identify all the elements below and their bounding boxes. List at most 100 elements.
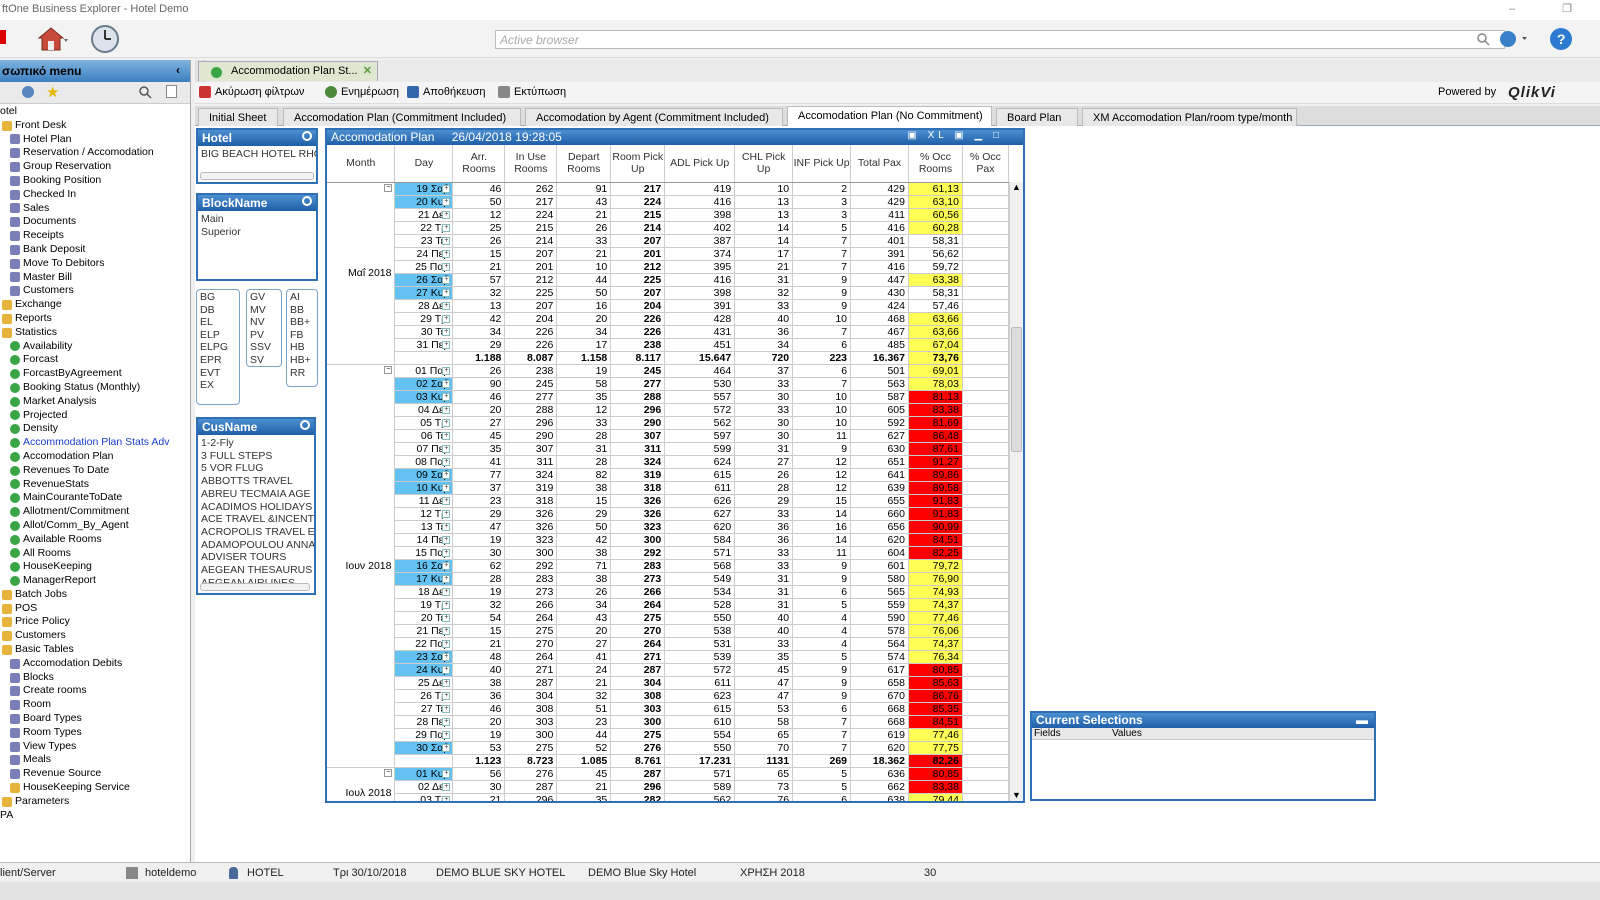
day-cell[interactable]: 16 Σαβ + (394, 559, 454, 573)
expand-icon[interactable]: + (442, 678, 451, 687)
collapse-icon[interactable]: − (384, 183, 393, 192)
day-cell[interactable]: 08 Παρ + (394, 455, 454, 469)
expand-icon[interactable]: + (442, 262, 451, 271)
day-cell[interactable]: 30 Τετ + (394, 325, 454, 339)
day-cell[interactable]: 25 Δευ + (394, 676, 454, 690)
sidebar-item[interactable]: Bank Deposit (0, 243, 190, 257)
expand-icon[interactable]: + (442, 639, 451, 648)
sidebar-item[interactable]: Room Types (0, 726, 190, 740)
mini-list-item[interactable]: EL (200, 316, 236, 329)
hotel-listbox[interactable]: Hotel BIG BEACH HOTEL RHOD (196, 128, 318, 184)
view-type-list[interactable]: GV MV NV PV SSV SV (246, 289, 282, 367)
sidebar-item[interactable]: HouseKeeping (0, 560, 190, 574)
sidebar-item[interactable]: Availability (0, 340, 190, 354)
sidebar-item[interactable]: ForcastByAgreement (0, 367, 190, 381)
day-cell[interactable] (394, 350, 454, 365)
sidebar-item[interactable]: RevenueStats (0, 478, 190, 492)
blockname-item[interactable]: Superior (201, 226, 313, 239)
sidebar-item[interactable]: Allot/Comm_By_Agent (0, 519, 190, 533)
day-cell[interactable]: 20 Κυρ + (394, 195, 454, 209)
cusname-item[interactable]: ABREU TECMAIA AGE (201, 488, 311, 501)
day-cell[interactable]: 03 Κυρ + (394, 390, 454, 404)
day-cell[interactable]: 21 Πεμ + (394, 624, 454, 638)
expand-icon[interactable]: + (442, 457, 451, 466)
expand-icon[interactable]: + (442, 600, 451, 609)
collapse-icon[interactable]: − (384, 768, 393, 777)
day-cell[interactable]: 01 Κυρ + (394, 767, 454, 781)
table-vscrollbar[interactable]: ▲ ▼ (1009, 182, 1023, 801)
scroll-down-icon[interactable]: ▼ (1011, 790, 1022, 801)
day-cell[interactable]: 02 Δευ + (394, 780, 454, 794)
expand-icon[interactable]: + (442, 691, 451, 700)
hotel-hscrollbar[interactable] (200, 172, 314, 180)
mini-list-item[interactable]: SV (250, 354, 278, 367)
sidebar-item[interactable]: Booking Position (0, 174, 190, 188)
day-cell[interactable]: 24 Κυρ + (394, 663, 454, 677)
sidebar-item[interactable]: Group Reservation (0, 160, 190, 174)
expand-icon[interactable]: + (442, 210, 451, 219)
day-cell[interactable]: 05 Τρι + (394, 416, 454, 430)
expand-icon[interactable]: + (442, 704, 451, 713)
cusname-item[interactable]: ACROPOLIS TRAVEL E (201, 526, 314, 539)
expand-icon[interactable]: + (442, 470, 451, 479)
expand-icon[interactable]: + (442, 184, 451, 193)
expand-icon[interactable]: + (442, 223, 451, 232)
expand-icon[interactable]: + (442, 587, 451, 596)
sidebar-item[interactable]: ManagerReport (0, 574, 190, 588)
refresh-button[interactable]: Ενημέρωση (325, 86, 399, 98)
mini-list-item[interactable]: RR (290, 367, 314, 380)
column-header[interactable]: ADL Pick Up (664, 145, 736, 183)
sidebar-item[interactable]: Sales (0, 202, 190, 216)
column-header[interactable]: Total Pax (850, 145, 909, 183)
sidebar-item[interactable]: otel (0, 105, 190, 119)
mini-list-item[interactable]: BG (200, 291, 236, 304)
expand-icon[interactable]: + (442, 275, 451, 284)
day-cell[interactable]: 23 Σαβ + (394, 650, 454, 664)
sidebar-item[interactable]: Statistics (0, 326, 190, 340)
expand-icon[interactable]: + (442, 574, 451, 583)
globe-icon[interactable] (1496, 24, 1530, 54)
day-cell[interactable]: 23 Τετ + (394, 234, 454, 248)
print-button[interactable]: Εκτύπωση (498, 86, 566, 98)
expand-icon[interactable]: + (442, 301, 451, 310)
day-cell[interactable]: 15 Παρ + (394, 546, 454, 560)
day-cell[interactable] (394, 753, 454, 768)
day-cell[interactable]: 30 Σαβ + (394, 741, 454, 755)
day-cell[interactable]: 22 Παρ + (394, 637, 454, 651)
collapse-icon[interactable]: − (384, 365, 393, 374)
active-browser-input[interactable]: Active browser (495, 30, 1505, 49)
sidebar-item[interactable]: View Types (0, 740, 190, 754)
cusname-listbox[interactable]: CusName 1-2-Fly 3 FULL STEPS 5 VOR FLUG ABB… (196, 417, 316, 595)
expand-icon[interactable]: + (442, 249, 451, 258)
cusname-item[interactable]: ACADIMOS HOLIDAYS (201, 501, 312, 514)
mini-list-item[interactable]: AI (290, 291, 314, 304)
board-type-list[interactable]: AI BB BB+ FB HB HB+ RR (286, 289, 318, 387)
day-cell[interactable]: 19 Τρι + (394, 598, 454, 612)
mini-list-item[interactable]: DB (200, 304, 236, 317)
day-cell[interactable]: 28 Πεμ + (394, 715, 454, 729)
day-cell[interactable]: 17 Κυρ + (394, 572, 454, 586)
cusname-hscrollbar[interactable] (200, 583, 310, 591)
sidebar-item[interactable]: Accomodation Debits (0, 657, 190, 671)
table-window-controls[interactable]: ▣ XL ▣ ▁ □ (907, 130, 1003, 141)
column-header[interactable]: In Use Rooms (504, 145, 558, 183)
day-cell[interactable]: 28 Δευ + (394, 299, 454, 313)
day-cell[interactable]: 25 Παρ + (394, 260, 454, 274)
column-header[interactable]: % Occ Rooms (908, 145, 963, 183)
mini-list-item[interactable]: BB (290, 304, 314, 317)
sheet-tab[interactable]: Accomodation by Agent (Commitment Includ… (525, 108, 783, 126)
sidebar-item[interactable]: Customers (0, 629, 190, 643)
expand-icon[interactable]: + (442, 366, 451, 375)
sidebar-item[interactable]: Price Policy (0, 615, 190, 629)
document-tab[interactable]: Accommodation Plan St... ✕ (198, 61, 378, 81)
help-icon[interactable]: ? (1548, 24, 1574, 54)
sidebar-item[interactable]: Accommodation Plan Stats Adv (0, 436, 190, 450)
day-cell[interactable]: 27 Τετ + (394, 702, 454, 716)
expand-icon[interactable]: + (442, 782, 451, 791)
sidebar-item[interactable]: Projected (0, 409, 190, 423)
expand-icon[interactable]: + (442, 717, 451, 726)
listbox-search-icon[interactable] (302, 196, 312, 206)
sidebar-item[interactable]: Hotel Plan (0, 133, 190, 147)
day-cell[interactable]: 20 Τετ + (394, 611, 454, 625)
expand-icon[interactable]: + (442, 535, 451, 544)
